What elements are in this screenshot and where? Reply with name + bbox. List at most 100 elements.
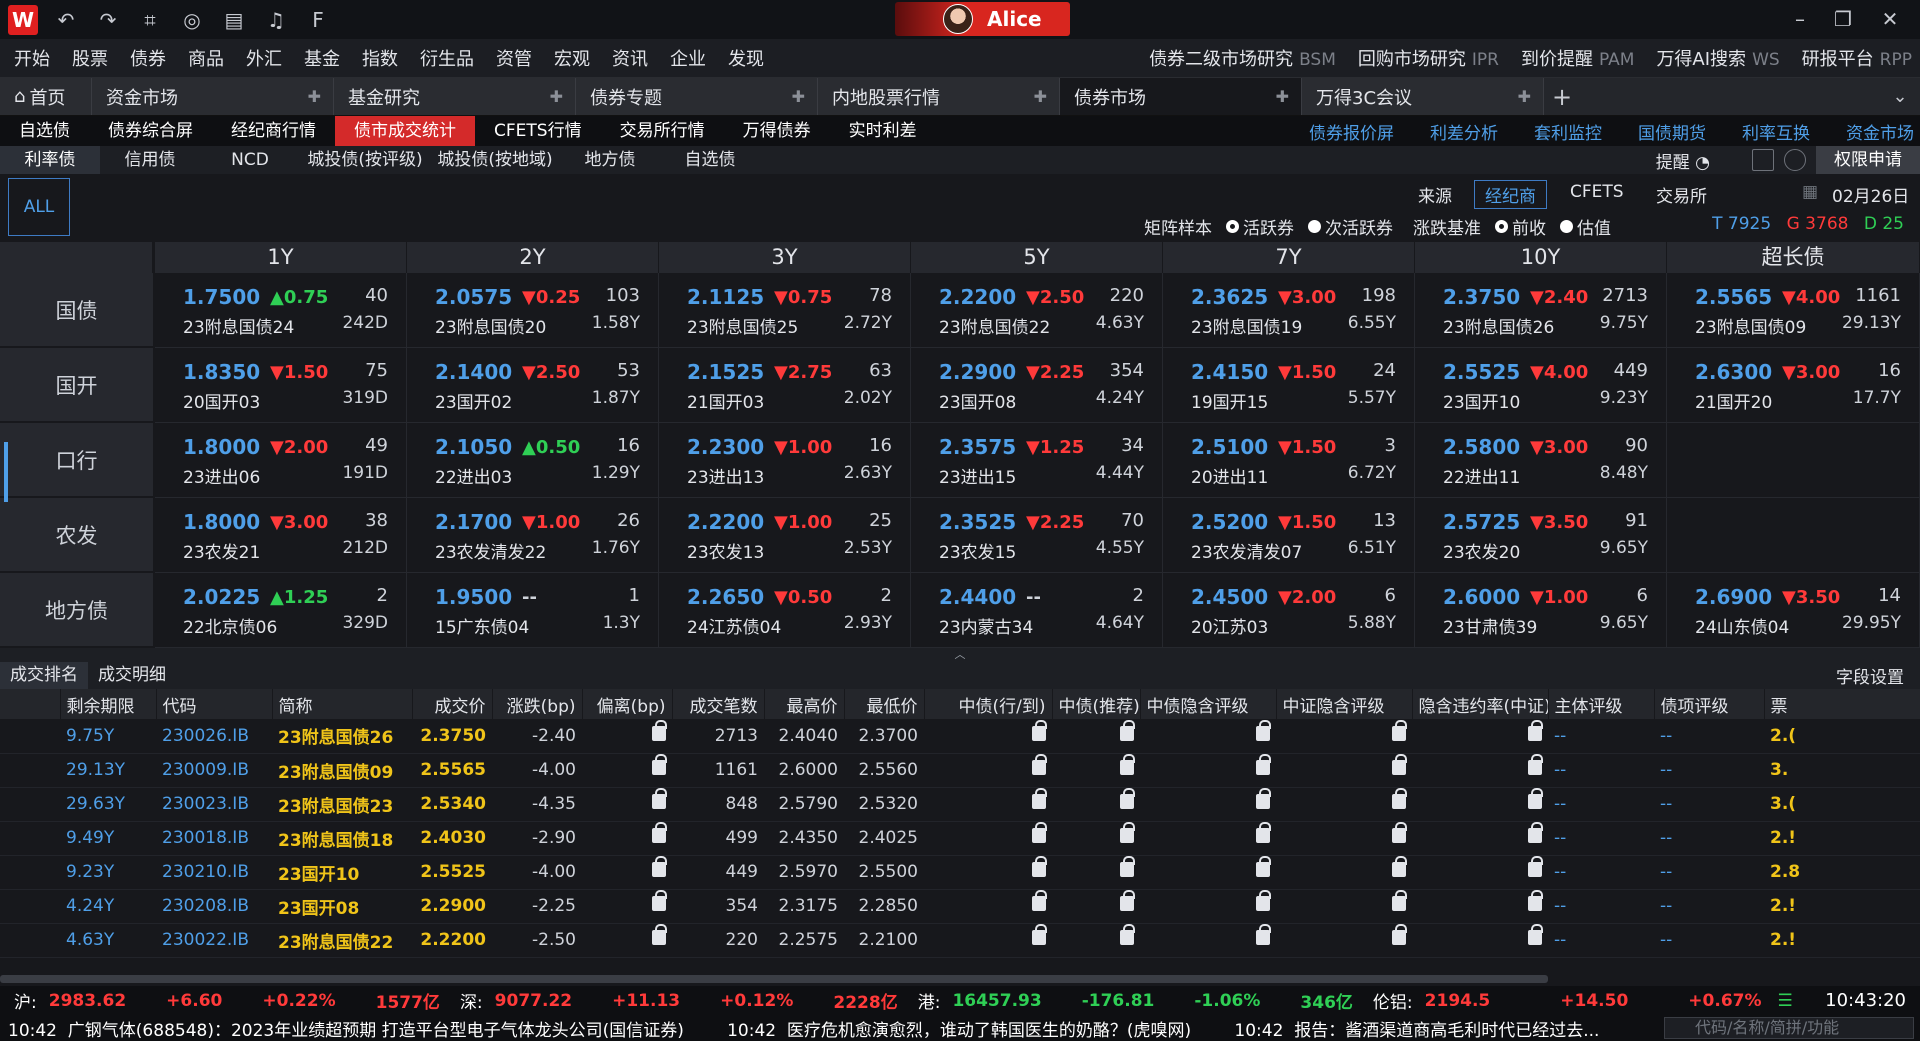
source-cfets[interactable]: CFETS [1570, 182, 1624, 202]
ticker-text[interactable]: 10:42 广钢气体(688548)：2023年业绩超预期 打造平台型电子气体龙… [8, 1016, 1599, 1041]
minimize-icon[interactable]: – [1782, 4, 1818, 34]
matrix-cell[interactable]: 2.1050 ▲0.50 16 22进出03 1.29Y [407, 423, 659, 498]
matrix-cell[interactable]: 2.4400 -- 2 23内蒙古34 4.64Y [911, 573, 1163, 648]
lock-icon[interactable] [1392, 788, 1407, 809]
matrix-cell[interactable]: 2.3625 ▼3.00 198 23附息国债19 6.55Y [1163, 273, 1415, 348]
matrix-cell[interactable]: 2.5200 ▼1.50 13 23农发清发07 6.51Y [1163, 498, 1415, 573]
matrix-cell[interactable]: 2.1125 ▼0.75 78 23附息国债25 2.72Y [659, 273, 911, 348]
lock-icon[interactable] [1256, 856, 1271, 877]
user-badge[interactable]: Alice [895, 2, 1070, 36]
chat-icon[interactable]: ◎ [178, 6, 206, 34]
bell-icon[interactable]: ♫ [262, 6, 290, 34]
sz-index[interactable]: 9077.22 [495, 991, 572, 1011]
lock-icon[interactable] [1032, 822, 1047, 843]
layout-icon[interactable] [1752, 149, 1774, 171]
column-header[interactable]: 剩余期限 [60, 689, 157, 719]
hk-index[interactable]: 16457.93 [952, 991, 1041, 1011]
column-header[interactable]: 简称 [272, 689, 413, 719]
close-icon[interactable]: ✕ [1872, 4, 1908, 34]
link-spread-analysis[interactable]: 利差分析 [1430, 119, 1498, 144]
tab-trade-detail[interactable]: 成交明细 [88, 662, 176, 689]
lock-icon[interactable] [1120, 856, 1135, 877]
matrix-cell[interactable]: 1.8000 ▼3.00 38 23农发21 212D [155, 498, 407, 573]
matrix-cell[interactable]: 2.6000 ▼1.00 6 23甘肃债39 9.65Y [1415, 573, 1667, 648]
matrix-cell[interactable]: 2.4150 ▼1.50 24 19国开15 5.57Y [1163, 348, 1415, 423]
cat-watchlist[interactable]: 自选债 [660, 146, 760, 174]
matrix-cell[interactable]: 2.2900 ▼2.25 354 23国开08 4.24Y [911, 348, 1163, 423]
lock-icon[interactable] [1392, 822, 1407, 843]
column-header[interactable]: 代码 [156, 689, 273, 719]
subnav-wind-bond[interactable]: 万得债券 [724, 116, 830, 146]
pin-icon[interactable]: ✚ [1034, 87, 1047, 106]
column-header[interactable]: 隐含违约率(中证) [1412, 689, 1549, 719]
maximize-icon[interactable]: ❐ [1825, 4, 1861, 34]
column-header[interactable]: 最低价 [844, 689, 925, 719]
matrix-cell[interactable]: 2.6300 ▼3.00 16 21国开20 17.7Y [1667, 348, 1920, 423]
menu-ipr[interactable]: 回购市场研究 IPR [1358, 45, 1499, 71]
function-icon[interactable]: F [304, 6, 332, 34]
matrix-cell[interactable]: 2.4500 ▼2.00 6 20江苏03 5.88Y [1163, 573, 1415, 648]
lock-icon[interactable] [1392, 754, 1407, 775]
matrix-cell[interactable]: 2.5525 ▼4.00 449 23国开10 9.23Y [1415, 348, 1667, 423]
lock-icon[interactable] [1120, 754, 1135, 775]
calendar-icon[interactable]: ▦ [1802, 182, 1818, 202]
pin-icon[interactable]: ✚ [550, 87, 563, 106]
matrix-cell[interactable]: 2.5565 ▼4.00 1161 23附息国债09 29.13Y [1667, 273, 1920, 348]
tab-bond-market[interactable]: 债券市场 ✚ [1060, 78, 1302, 115]
document-icon[interactable]: ▤ [220, 6, 248, 34]
list-icon[interactable]: ☰ [1778, 991, 1793, 1011]
pin-icon[interactable]: ✚ [308, 87, 321, 106]
lock-icon[interactable] [652, 788, 667, 809]
search-input[interactable]: 代码/名称/简拼/功能 [1664, 1017, 1914, 1039]
column-header[interactable]: 中债隐含评级 [1140, 689, 1277, 719]
column-header[interactable]: 成交价 [412, 689, 493, 719]
cat-rate-bond[interactable]: 利率债 [0, 146, 100, 174]
matrix-cell[interactable]: 2.5800 ▼3.00 90 22进出11 8.48Y [1415, 423, 1667, 498]
menu-pam[interactable]: 到价提醒 PAM [1521, 45, 1634, 71]
matrix-cell[interactable]: 1.8350 ▼1.50 75 20国开03 319D [155, 348, 407, 423]
matrix-cell[interactable]: 1.9500 -- 1 15广东债04 1.3Y [407, 573, 659, 648]
subnav-bond-overview[interactable]: 债券综合屏 [89, 116, 212, 146]
matrix-cell[interactable]: 1.8000 ▼2.00 49 23进出06 191D [155, 423, 407, 498]
crop-icon[interactable]: ⌗ [136, 6, 164, 34]
lock-icon[interactable] [1120, 719, 1135, 741]
pin-icon[interactable]: ✚ [792, 87, 805, 106]
lock-icon[interactable] [1392, 924, 1407, 945]
table-row[interactable]: 4.24Y 230208.IB 23国开08 2.2900 -2.25 354 2.3175… [0, 889, 1920, 924]
table-row[interactable]: 4.63Y 230022.IB 23附息国债22 2.2200 -2.50 220 2.25… [0, 923, 1920, 958]
undo-icon[interactable]: ↶ [52, 6, 80, 34]
lock-icon[interactable] [1032, 754, 1047, 775]
column-header[interactable]: 中债(行/到) [924, 689, 1053, 719]
column-header[interactable]: 主体评级 [1548, 689, 1655, 719]
lock-icon[interactable] [1528, 856, 1543, 877]
matrix-cell[interactable]: 2.3575 ▼1.25 34 23进出15 4.44Y [911, 423, 1163, 498]
lock-icon[interactable] [1032, 856, 1047, 877]
lock-icon[interactable] [1528, 719, 1543, 741]
matrix-cell[interactable]: 2.2650 ▼0.50 2 24江苏债04 2.93Y [659, 573, 911, 648]
matrix-cell[interactable]: 2.2200 ▼1.00 25 23农发13 2.53Y [659, 498, 911, 573]
permission-button[interactable]: 权限申请 [1816, 146, 1920, 174]
menu-fx[interactable]: 外汇 [246, 45, 282, 71]
matrix-cell[interactable]: 2.0225 ▲1.25 2 22北京债06 329D [155, 573, 407, 648]
tab-mainland-stock[interactable]: 内地股票行情 ✚ [818, 78, 1060, 115]
table-row[interactable]: 9.49Y 230018.IB 23附息国债18 2.4030 -2.90 499 2.43… [0, 821, 1920, 856]
date-value[interactable]: 02月26日 [1832, 182, 1909, 207]
lock-icon[interactable] [652, 822, 667, 843]
lock-icon[interactable] [1528, 788, 1543, 809]
headset-icon[interactable] [1784, 149, 1806, 171]
lock-icon[interactable] [652, 754, 667, 775]
lock-icon[interactable] [1256, 788, 1271, 809]
table-row[interactable]: 9.75Y 230026.IB 23附息国债26 2.3750 -2.40 2713 2.4… [0, 719, 1920, 754]
matrix-cell[interactable]: 1.7500 ▲0.75 40 23附息国债24 242D [155, 273, 407, 348]
lock-icon[interactable] [1528, 822, 1543, 843]
menu-asset-mgmt[interactable]: 资管 [496, 45, 532, 71]
lock-icon[interactable] [1256, 719, 1271, 741]
lock-icon[interactable] [1256, 924, 1271, 945]
radio-sub-active-bond[interactable] [1308, 220, 1321, 233]
subnav-watchlist[interactable]: 自选债 [0, 116, 89, 146]
subnav-exchange[interactable]: 交易所行情 [601, 116, 724, 146]
sh-index[interactable]: 2983.62 [49, 991, 126, 1011]
cat-local-gov[interactable]: 地方债 [560, 146, 660, 174]
redo-icon[interactable]: ↷ [94, 6, 122, 34]
menu-bond[interactable]: 债券 [130, 45, 166, 71]
